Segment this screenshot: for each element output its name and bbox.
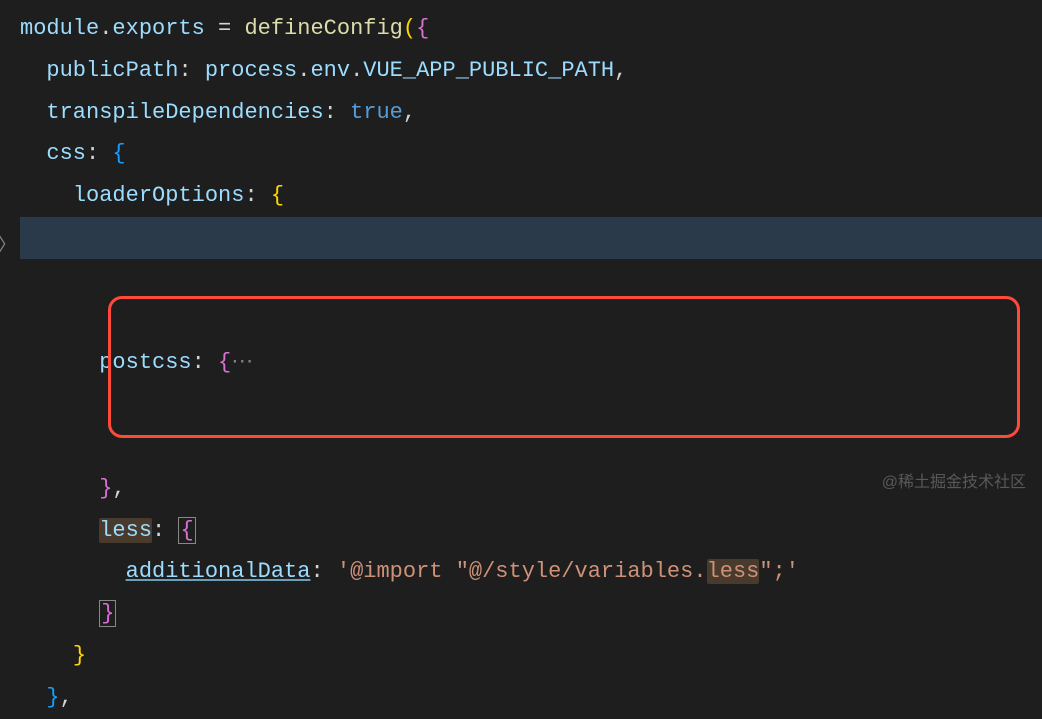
fold-ellipsis-icon[interactable]: ⋯ (231, 350, 253, 375)
code-line-2: publicPath: process.env.VUE_APP_PUBLIC_P… (20, 50, 1042, 92)
code-line-11: } (20, 635, 1042, 677)
code-line-6: postcss: {⋯ (20, 217, 1042, 468)
token-postcss: postcss (99, 350, 191, 375)
code-line-10: } (20, 593, 1042, 635)
token-css: css (46, 141, 86, 166)
token-true: true (350, 100, 403, 125)
code-line-5: loaderOptions: { (20, 175, 1042, 217)
code-line-4: css: { (20, 133, 1042, 175)
code-line-8: less: { (20, 510, 1042, 552)
code-line-3: transpileDependencies: true, (20, 92, 1042, 134)
bracket-match-close: } (99, 600, 116, 627)
fold-arrow-icon[interactable]: 〉 (0, 230, 16, 264)
code-editor[interactable]: 〉 module.exports = defineConfig({ public… (0, 0, 1042, 719)
token-additionalData: additionalData (126, 559, 311, 584)
token-transpileDependencies: transpileDependencies (46, 100, 323, 125)
token-less-highlight: less (707, 559, 760, 584)
code-line-1: module.exports = defineConfig({ (20, 8, 1042, 50)
token-module: module (20, 16, 99, 41)
token-publicPath: publicPath (46, 58, 178, 83)
code-line-9: additionalData: '@import "@/style/variab… (20, 551, 1042, 593)
token-env-var: VUE_APP_PUBLIC_PATH (363, 58, 614, 83)
token-less: less (99, 518, 152, 543)
token-exports: exports (112, 16, 204, 41)
token-loaderOptions: loaderOptions (73, 183, 245, 208)
code-line-12: }, (20, 677, 1042, 719)
code-line-7: }, (20, 468, 1042, 510)
bracket-match-open: { (178, 517, 195, 544)
token-defineConfig: defineConfig (244, 16, 402, 41)
